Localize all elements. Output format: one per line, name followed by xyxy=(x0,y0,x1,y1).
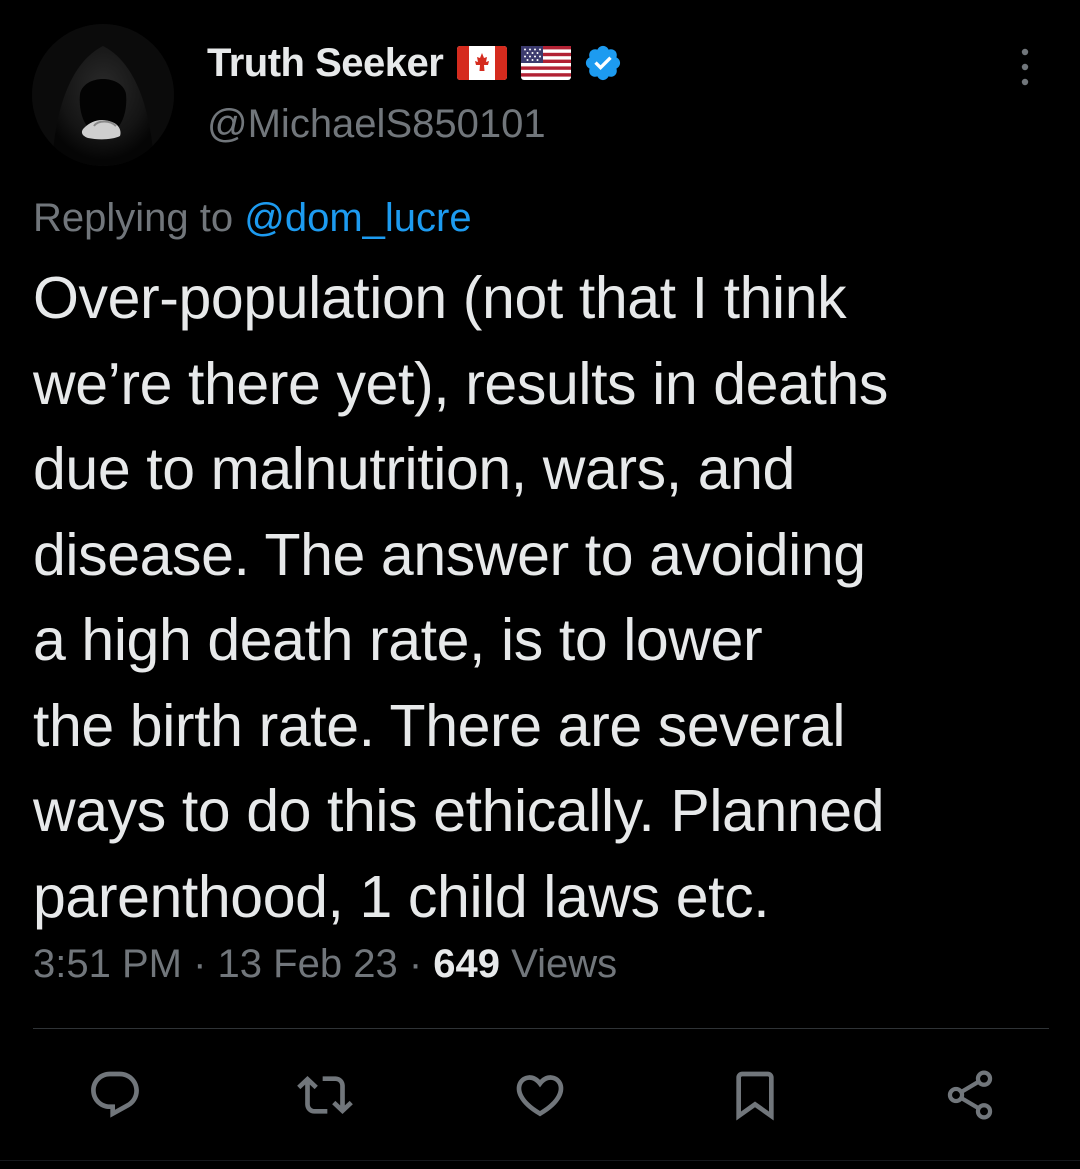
tweet-time[interactable]: 3:51 PM xyxy=(33,942,182,986)
verified-badge-icon xyxy=(583,43,623,83)
replying-to: Replying to @dom_lucre xyxy=(33,196,472,241)
hooded-figure-avatar-icon xyxy=(32,24,174,166)
tweet-date[interactable]: 13 Feb 23 xyxy=(218,942,398,986)
bookmark-icon xyxy=(736,1071,774,1121)
replying-mention-link[interactable]: @dom_lucre xyxy=(244,196,471,240)
like-button[interactable] xyxy=(505,1060,575,1130)
reply-icon xyxy=(91,1071,139,1118)
more-vertical-icon xyxy=(1021,48,1029,86)
more-options-button[interactable] xyxy=(1010,44,1040,90)
retweet-button[interactable] xyxy=(290,1060,360,1130)
tweet-text: Over-population (not that I think we’re … xyxy=(33,265,889,930)
replying-prefix: Replying to xyxy=(33,196,234,240)
reply-button[interactable] xyxy=(80,1060,150,1130)
meta-separator: · xyxy=(408,942,423,986)
bookmark-button[interactable] xyxy=(720,1060,790,1130)
meta-separator: · xyxy=(193,942,207,986)
views-label: Views xyxy=(511,942,618,986)
tweet: Truth Seeker @MichaelS850101 Replying to… xyxy=(0,0,1080,1169)
action-bar xyxy=(0,1060,1080,1130)
divider xyxy=(33,1028,1049,1029)
canada-flag-icon xyxy=(457,46,508,80)
views-count: 649 xyxy=(433,942,501,986)
author-handle[interactable]: @MichaelS850101 xyxy=(207,102,546,147)
display-name[interactable]: Truth Seeker xyxy=(207,41,444,86)
bottom-divider xyxy=(0,1160,1080,1161)
share-icon xyxy=(947,1070,993,1120)
retweet-icon xyxy=(297,1076,353,1114)
tweet-meta: 3:51 PM · 13 Feb 23 · 649 Views xyxy=(33,942,617,987)
like-icon xyxy=(516,1075,564,1117)
us-flag-icon xyxy=(521,46,572,80)
share-button[interactable] xyxy=(935,1060,1005,1130)
author-name-row: Truth Seeker xyxy=(207,38,623,88)
avatar[interactable] xyxy=(32,24,174,166)
